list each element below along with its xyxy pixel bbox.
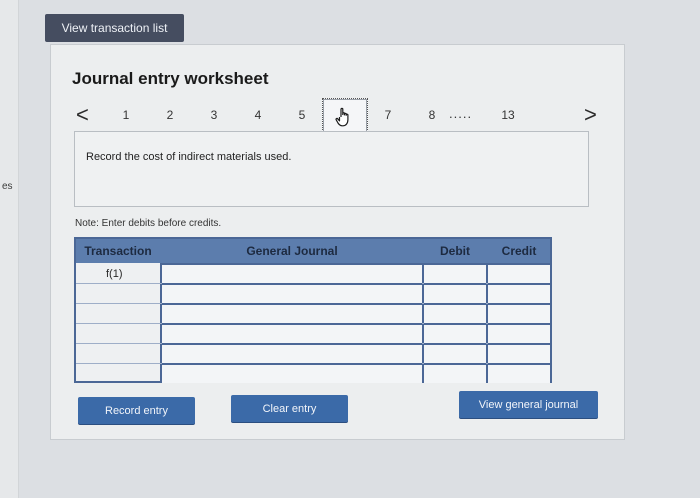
prev-page-button[interactable]: < xyxy=(76,104,89,126)
header-debit: Debit xyxy=(440,244,470,258)
debit-input-1[interactable] xyxy=(424,263,486,283)
table-header: Transaction General Journal Debit Credit xyxy=(76,239,550,263)
pager-ellipsis: ..... xyxy=(449,106,473,121)
page-link-2[interactable]: 2 xyxy=(160,108,180,122)
debit-input-3[interactable] xyxy=(424,303,486,323)
sidebar-text: es xyxy=(2,181,13,192)
page-link-1[interactable]: 1 xyxy=(116,108,136,122)
view-general-journal-button[interactable]: View general journal xyxy=(459,391,598,418)
credit-input-5[interactable] xyxy=(488,343,550,363)
credit-input-2[interactable] xyxy=(488,283,550,303)
page-title: Journal entry worksheet xyxy=(72,69,269,88)
credit-input-3[interactable] xyxy=(488,303,550,323)
debit-input-2[interactable] xyxy=(424,283,486,303)
debit-input-5[interactable] xyxy=(424,343,486,363)
page-link-7[interactable]: 7 xyxy=(378,108,398,122)
view-transaction-list-button[interactable]: View transaction list xyxy=(45,14,184,42)
credit-input-4[interactable] xyxy=(488,323,550,343)
left-sidebar xyxy=(0,0,19,498)
journal-table: Transaction General Journal Debit Credit… xyxy=(74,237,552,383)
credit-input-1[interactable] xyxy=(488,263,550,283)
page-link-4[interactable]: 4 xyxy=(248,108,268,122)
note-text: Note: Enter debits before credits. xyxy=(75,218,222,229)
debit-input-4[interactable] xyxy=(424,323,486,343)
page-link-3[interactable]: 3 xyxy=(204,108,224,122)
journal-worksheet-panel: Journal entry worksheet < 1 2 3 4 5 7 8 … xyxy=(50,44,625,440)
general-journal-input-4[interactable] xyxy=(162,323,422,343)
general-journal-input-6[interactable] xyxy=(162,363,422,383)
debit-input-6[interactable] xyxy=(424,363,486,383)
page-link-5[interactable]: 5 xyxy=(292,108,312,122)
hand-pointer-icon xyxy=(335,107,349,127)
record-entry-button[interactable]: Record entry xyxy=(78,397,195,424)
clear-entry-button[interactable]: Clear entry xyxy=(231,395,348,422)
next-page-button[interactable]: > xyxy=(584,104,597,126)
header-transaction: Transaction xyxy=(84,244,152,258)
screen: es View transaction list Journal entry w… xyxy=(0,0,700,498)
credit-input-6[interactable] xyxy=(488,363,550,383)
transaction-cell-1: f(1) xyxy=(106,268,123,280)
general-journal-input-2[interactable] xyxy=(162,283,422,303)
general-journal-input-1[interactable] xyxy=(162,263,422,283)
header-general-journal: General Journal xyxy=(246,244,338,258)
general-journal-input-5[interactable] xyxy=(162,343,422,363)
general-journal-input-3[interactable] xyxy=(162,303,422,323)
page-link-8[interactable]: 8 xyxy=(422,108,442,122)
header-credit: Credit xyxy=(501,244,537,258)
instruction-text: Record the cost of indirect materials us… xyxy=(86,151,292,163)
page-link-13[interactable]: 13 xyxy=(498,108,518,122)
instruction-box: Record the cost of indirect materials us… xyxy=(74,131,589,207)
